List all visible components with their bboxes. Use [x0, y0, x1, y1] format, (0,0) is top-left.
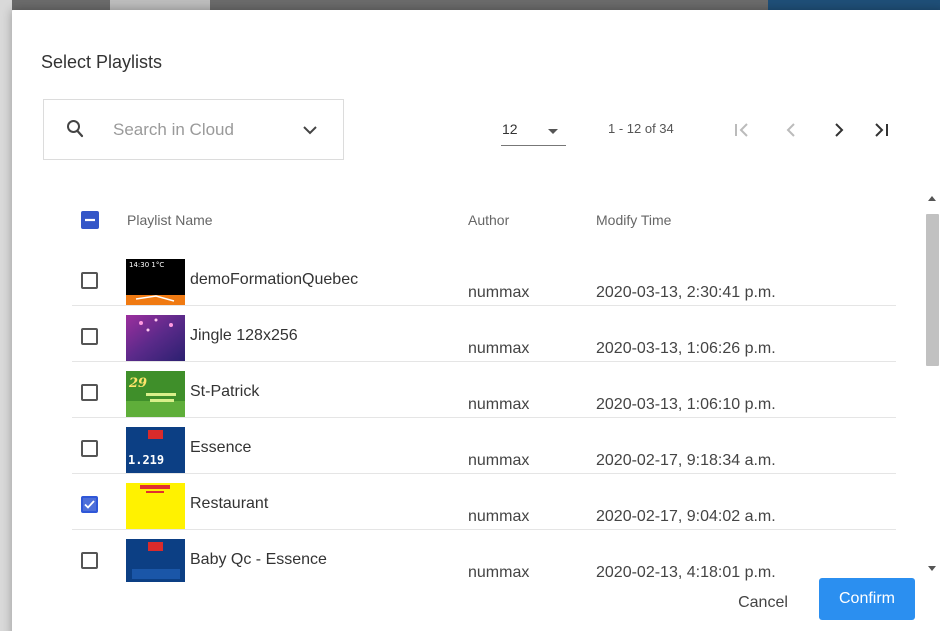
playlist-author: nummax: [468, 340, 530, 357]
playlist-name: Baby Qc - Essence: [190, 551, 327, 568]
table-row[interactable]: Baby Qc - Essence nummax 2020-02-13, 4:1…: [72, 530, 896, 582]
row-checkbox[interactable]: [81, 384, 98, 401]
column-header-modify-time[interactable]: Modify Time: [596, 212, 671, 228]
search-placeholder[interactable]: Search in Cloud: [113, 120, 234, 140]
playlist-author: nummax: [468, 284, 530, 301]
scroll-down-arrow-icon[interactable]: [928, 566, 936, 571]
playlist-modify-time: 2020-03-13, 2:30:41 p.m.: [596, 284, 776, 301]
background-app-edge: [0, 0, 12, 631]
playlist-modify-time: 2020-02-13, 4:18:01 p.m.: [596, 564, 776, 581]
column-header-name[interactable]: Playlist Name: [127, 212, 213, 228]
playlist-name: Restaurant: [190, 495, 269, 512]
cancel-button[interactable]: Cancel: [728, 588, 798, 618]
background-app-strip: [110, 0, 210, 10]
table-row[interactable]: 14:30 1°C demoFormationQuebec nummax 202…: [72, 250, 896, 306]
playlist-name: demoFormationQuebec: [190, 271, 359, 288]
playlist-name: Jingle 128x256: [190, 327, 298, 344]
select-all-checkbox[interactable]: [81, 211, 99, 229]
thumbnail-text: 14:30 1°C: [129, 261, 164, 269]
row-checkbox[interactable]: [81, 440, 98, 457]
scrollbar-thumb[interactable]: [926, 214, 939, 366]
chevron-right-icon[interactable]: [827, 118, 851, 142]
table-row[interactable]: 29 St-Patrick nummax 2020-03-13, 1:06:10…: [72, 362, 896, 418]
search-dropdown[interactable]: Search in Cloud: [43, 99, 344, 160]
indeterminate-icon: [85, 218, 95, 222]
table-row[interactable]: Restaurant nummax 2020-02-17, 9:04:02 a.…: [72, 474, 896, 530]
caret-down-icon: [548, 129, 558, 134]
last-page-icon[interactable]: [869, 118, 893, 142]
playlist-modify-time: 2020-03-13, 1:06:26 p.m.: [596, 340, 776, 357]
page-size-select[interactable]: 12: [501, 120, 566, 146]
screen: Select Playlists Search in Cloud 12 1 - …: [0, 0, 940, 631]
thumbnail-text: 29: [128, 376, 147, 391]
column-header-author[interactable]: Author: [468, 212, 509, 228]
playlist-author: nummax: [468, 452, 530, 469]
chevron-left-icon[interactable]: [779, 118, 803, 142]
row-checkbox-checked[interactable]: [81, 496, 98, 513]
playlist-thumbnail: [126, 315, 185, 361]
table-header: Playlist Name Author Modify Time: [72, 206, 896, 236]
playlist-modify-time: 2020-03-13, 1:06:10 p.m.: [596, 396, 776, 413]
select-playlists-dialog: Select Playlists Search in Cloud 12 1 - …: [12, 10, 940, 631]
chevron-down-icon[interactable]: [302, 124, 318, 136]
row-checkbox[interactable]: [81, 328, 98, 345]
table-row[interactable]: 1.219 Essence nummax 2020-02-17, 9:18:34…: [72, 418, 896, 474]
search-icon: [67, 120, 84, 138]
row-checkbox[interactable]: [81, 272, 98, 289]
playlist-thumbnail: [126, 483, 185, 529]
list-scrollbar[interactable]: [924, 190, 940, 583]
checkmark-icon: [84, 500, 95, 509]
confirm-button[interactable]: Confirm: [819, 578, 915, 620]
playlist-thumbnail: 14:30 1°C: [126, 259, 185, 305]
playlist-list: 14:30 1°C demoFormationQuebec nummax 202…: [72, 250, 896, 582]
playlist-author: nummax: [468, 508, 530, 525]
row-checkbox[interactable]: [81, 552, 98, 569]
playlist-author: nummax: [468, 564, 530, 581]
dialog-title: Select Playlists: [41, 52, 163, 72]
scroll-up-arrow-icon[interactable]: [928, 196, 936, 201]
thumbnail-text: 1.219: [128, 453, 164, 467]
table-row[interactable]: Jingle 128x256 nummax 2020-03-13, 1:06:2…: [72, 306, 896, 362]
first-page-icon[interactable]: [730, 118, 754, 142]
playlist-author: nummax: [468, 396, 530, 413]
playlist-thumbnail: 1.219: [126, 427, 185, 473]
page-size-value: 12: [502, 121, 518, 137]
playlist-thumbnail: 29: [126, 371, 185, 417]
playlist-modify-time: 2020-02-17, 9:04:02 a.m.: [596, 508, 776, 525]
playlist-name: St-Patrick: [190, 383, 260, 400]
pagination-range: 1 - 12 of 34: [608, 121, 674, 136]
playlist-name: Essence: [190, 439, 252, 456]
playlist-thumbnail: [126, 539, 185, 582]
playlist-modify-time: 2020-02-17, 9:18:34 a.m.: [596, 452, 776, 469]
